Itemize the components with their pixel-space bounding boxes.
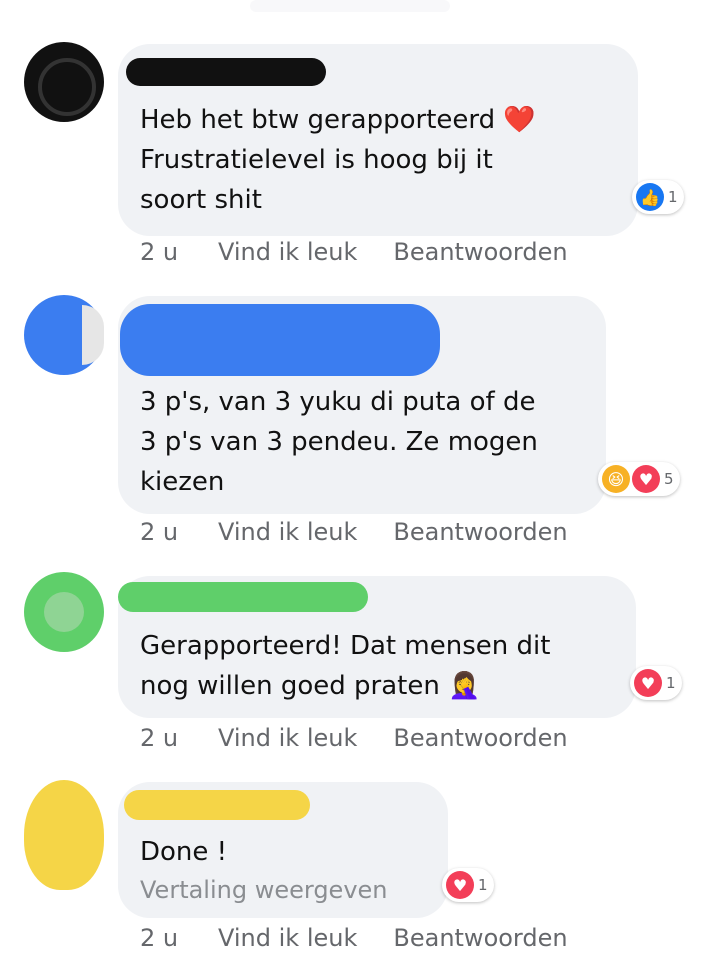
love-icon: ♥ (446, 871, 474, 899)
comment-text: 3 p's, van 3 yuku di puta of de 3 p's va… (140, 387, 538, 497)
reaction-chip[interactable]: 👍 1 (632, 180, 684, 214)
comment-text: Done ! (140, 837, 228, 867)
avatar[interactable] (24, 572, 104, 652)
like-link[interactable]: Vind ik leuk (218, 238, 357, 266)
comment-actions: 2 u Vind ik leuk Beantwoorden (140, 518, 568, 546)
comment-actions: 2 u Vind ik leuk Beantwoorden (140, 924, 568, 952)
comment-bubble: 3 p's, van 3 yuku di puta of de 3 p's va… (118, 296, 680, 514)
haha-icon: 😆 (602, 465, 630, 493)
redacted-author-name (126, 58, 326, 86)
avatar[interactable] (24, 42, 104, 122)
reaction-count: 1 (668, 188, 678, 206)
reaction-count: 1 (666, 674, 676, 692)
redacted-author-name (118, 582, 368, 612)
comment-actions: 2 u Vind ik leuk Beantwoorden (140, 238, 568, 266)
like-icon: 👍 (636, 183, 664, 211)
reaction-count: 5 (664, 470, 674, 488)
comment-text: Heb het btw gerapporteerd ❤️ Frustratiel… (140, 105, 536, 215)
comment-time[interactable]: 2 u (140, 238, 182, 266)
redacted-author-name (124, 790, 310, 820)
reply-link[interactable]: Beantwoorden (393, 724, 567, 752)
avatar[interactable] (24, 295, 104, 375)
translate-link[interactable]: Vertaling weergeven (140, 876, 388, 904)
reaction-chip[interactable]: ♥ 1 (630, 666, 682, 700)
comment-time[interactable]: 2 u (140, 518, 182, 546)
reply-link[interactable]: Beantwoorden (393, 924, 567, 952)
comment-text: Gerapporteerd! Dat mensen dit nog willen… (140, 631, 551, 701)
avatar[interactable] (24, 780, 104, 890)
love-icon: ♥ (632, 465, 660, 493)
like-link[interactable]: Vind ik leuk (218, 924, 357, 952)
love-icon: ♥ (634, 669, 662, 697)
comment-time[interactable]: 2 u (140, 724, 182, 752)
comment-time[interactable]: 2 u (140, 924, 182, 952)
reaction-count: 1 (478, 876, 488, 894)
top-fade (250, 0, 450, 12)
comment-bubble: Heb het btw gerapporteerd ❤️ Frustratiel… (118, 44, 684, 236)
reply-link[interactable]: Beantwoorden (393, 238, 567, 266)
comment-bubble: Done ! Vertaling weergeven ♥ 1 (118, 782, 494, 918)
comment-bubble: Gerapporteerd! Dat mensen dit nog willen… (118, 576, 682, 718)
comment-actions: 2 u Vind ik leuk Beantwoorden (140, 724, 568, 752)
like-link[interactable]: Vind ik leuk (218, 724, 357, 752)
reaction-chip[interactable]: 😆 ♥ 5 (598, 462, 680, 496)
like-link[interactable]: Vind ik leuk (218, 518, 357, 546)
reply-link[interactable]: Beantwoorden (393, 518, 567, 546)
redacted-author-name (120, 304, 440, 376)
reaction-chip[interactable]: ♥ 1 (442, 868, 494, 902)
